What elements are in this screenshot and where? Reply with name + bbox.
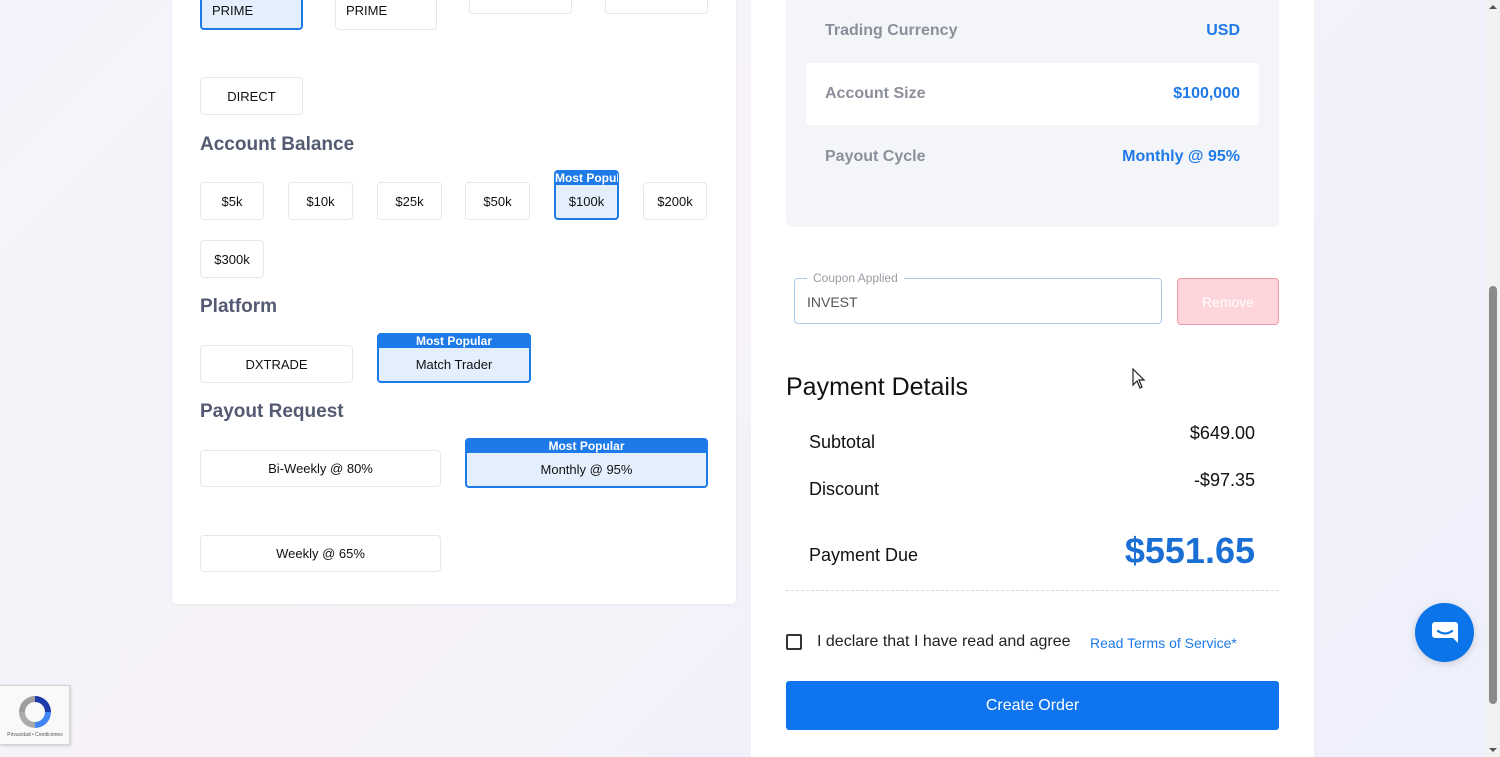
payment-details-title: Payment Details — [786, 373, 969, 401]
platform-option-dxtrade[interactable]: DXTRADE — [200, 345, 353, 383]
balance-option-100k[interactable]: Most Popular $100k — [554, 170, 619, 220]
chat-bubble-icon — [1431, 621, 1458, 643]
summary-value: USD — [1206, 22, 1240, 39]
account-balance-title: Account Balance — [200, 134, 355, 155]
recaptcha-privacy-text[interactable]: Privacidad • Condiciones — [0, 732, 70, 738]
account-type-direct[interactable]: DIRECT — [200, 77, 303, 115]
option-label: $25k — [395, 193, 424, 209]
option-label: Weekly @ 65% — [276, 546, 365, 561]
page-scrollbar[interactable] — [1486, 0, 1500, 757]
balance-option-5k[interactable]: $5k — [200, 182, 264, 220]
mouse-cursor-icon — [1132, 368, 1146, 389]
platform-option-match-trader[interactable]: Most Popular Match Trader — [377, 333, 531, 383]
discount-label: Discount — [809, 479, 880, 499]
balance-option-50k[interactable]: $50k — [465, 182, 530, 220]
terms-of-service-link[interactable]: Read Terms of Service* — [1090, 635, 1237, 651]
payout-request-title: Payout Request — [200, 401, 344, 422]
option-label: $50k — [483, 193, 512, 209]
option-label: PRIME — [212, 2, 254, 18]
option-label: $10k — [306, 193, 335, 209]
most-popular-badge: Most Popular — [555, 171, 618, 185]
most-popular-badge: Most Popular — [378, 334, 530, 348]
scroll-down-arrow-icon[interactable] — [1486, 745, 1500, 755]
scrollbar-thumb[interactable] — [1489, 286, 1497, 704]
discount-value: -$97.35 — [1193, 470, 1255, 490]
option-label: $5k — [221, 193, 243, 209]
option-label: $300k — [214, 251, 250, 267]
recaptcha-badge[interactable]: Privacidad • Condiciones — [0, 685, 70, 745]
option-label: Bi-Weekly @ 80% — [268, 461, 373, 476]
summary-label: Payout Cycle — [825, 148, 926, 165]
option-label: PRIME — [346, 2, 388, 18]
balance-option-300k[interactable]: $300k — [200, 240, 264, 278]
summary-value: $100,000 — [1173, 85, 1240, 102]
payment-due-label: Payment Due — [809, 545, 919, 565]
summary-row-account-size: Account Size $100,000 — [806, 63, 1259, 125]
payment-due-value: $551.65 — [1124, 530, 1255, 571]
chat-widget-button[interactable] — [1415, 603, 1474, 662]
payout-option-weekly[interactable]: Weekly @ 65% — [200, 535, 441, 572]
account-type-option-4[interactable] — [605, 0, 708, 14]
subtotal-value: $649.00 — [1189, 423, 1255, 443]
agreement-text: I declare that I have read and agree — [817, 633, 1071, 650]
account-type-prime[interactable]: PRIME — [335, 0, 437, 30]
summary-row-trading-currency: Trading Currency USD — [806, 0, 1259, 62]
summary-value: Monthly @ 95% — [1122, 148, 1240, 165]
most-popular-badge: Most Popular — [466, 439, 707, 453]
summary-label: Trading Currency — [825, 22, 958, 39]
summary-label: Account Size — [825, 85, 926, 102]
balance-option-10k[interactable]: $10k — [288, 182, 353, 220]
option-label: Match Trader — [415, 356, 493, 372]
coupon-value: INVEST — [807, 294, 858, 310]
option-label: $200k — [657, 193, 693, 209]
platform-title: Platform — [200, 296, 278, 317]
option-label: Monthly @ 95% — [540, 461, 633, 477]
divider — [786, 590, 1279, 591]
coupon-field[interactable]: Coupon Applied INVEST — [794, 271, 1162, 324]
payout-option-monthly[interactable]: Most Popular Monthly @ 95% — [465, 438, 708, 488]
balance-option-25k[interactable]: $25k — [377, 182, 442, 220]
account-type-option-3[interactable] — [469, 0, 572, 14]
remove-coupon-button[interactable]: Remove — [1177, 278, 1279, 325]
option-label: DXTRADE — [245, 356, 308, 372]
option-label: $100k — [568, 193, 605, 209]
subtotal-label: Subtotal — [809, 432, 876, 452]
payout-option-bi-weekly[interactable]: Bi-Weekly @ 80% — [200, 450, 441, 487]
recaptcha-logo-icon — [19, 696, 51, 728]
scroll-up-arrow-icon[interactable] — [1486, 2, 1500, 12]
option-label: DIRECT — [227, 88, 276, 104]
balance-option-200k[interactable]: $200k — [643, 182, 707, 220]
coupon-legend: Coupon Applied — [807, 271, 904, 285]
terms-checkbox[interactable] — [786, 634, 802, 650]
create-order-button[interactable]: Create Order — [786, 681, 1279, 730]
summary-row-payout-cycle: Payout Cycle Monthly @ 95% — [806, 126, 1259, 188]
account-type-prime-selected[interactable]: PRIME — [200, 0, 303, 30]
